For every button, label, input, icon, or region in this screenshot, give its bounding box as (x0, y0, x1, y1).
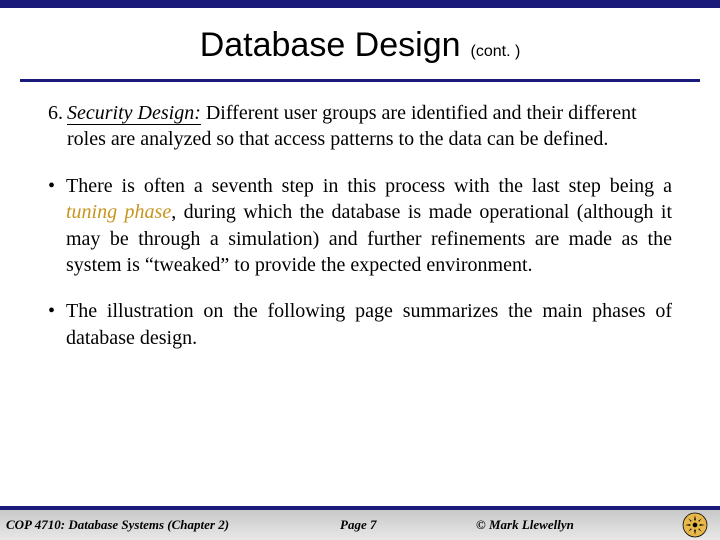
tuning-phase-em: tuning phase (66, 201, 171, 223)
slide-title-cont: (cont. ) (471, 43, 521, 60)
footer-copyright: © Mark Llewellyn (476, 517, 574, 533)
footer-course: COP 4710: Database Systems (Chapter 2) (6, 517, 229, 533)
bullet-dot: • (48, 173, 66, 279)
title-area: Database Design (cont. ) (20, 8, 700, 82)
security-design-label: Security Design: (67, 102, 201, 125)
bullet-list: • There is often a seventh step in this … (48, 173, 672, 351)
content-area: 6. Security Design: Different user group… (0, 82, 720, 506)
ucf-logo-icon (682, 512, 708, 538)
numbered-item-6: 6. Security Design: Different user group… (48, 100, 672, 153)
bullet-1-text: There is often a seventh step in this pr… (66, 173, 672, 279)
bullet-dot: • (48, 298, 66, 351)
bullet-2-text: The illustration on the following page s… (66, 298, 672, 351)
item-number: 6. (48, 100, 63, 153)
slide: Database Design (cont. ) 6. Security Des… (0, 0, 720, 540)
bullet-1: • There is often a seventh step in this … (48, 173, 672, 279)
footer-bar: COP 4710: Database Systems (Chapter 2) P… (0, 506, 720, 540)
top-accent-bar (0, 0, 720, 8)
slide-title: Database Design (200, 26, 461, 64)
bullet1-pre: There is often a seventh step in this pr… (66, 175, 672, 197)
footer-page: Page 7 (340, 517, 376, 533)
bullet-2: • The illustration on the following page… (48, 298, 672, 351)
item-body: Security Design: Different user groups a… (67, 100, 672, 153)
